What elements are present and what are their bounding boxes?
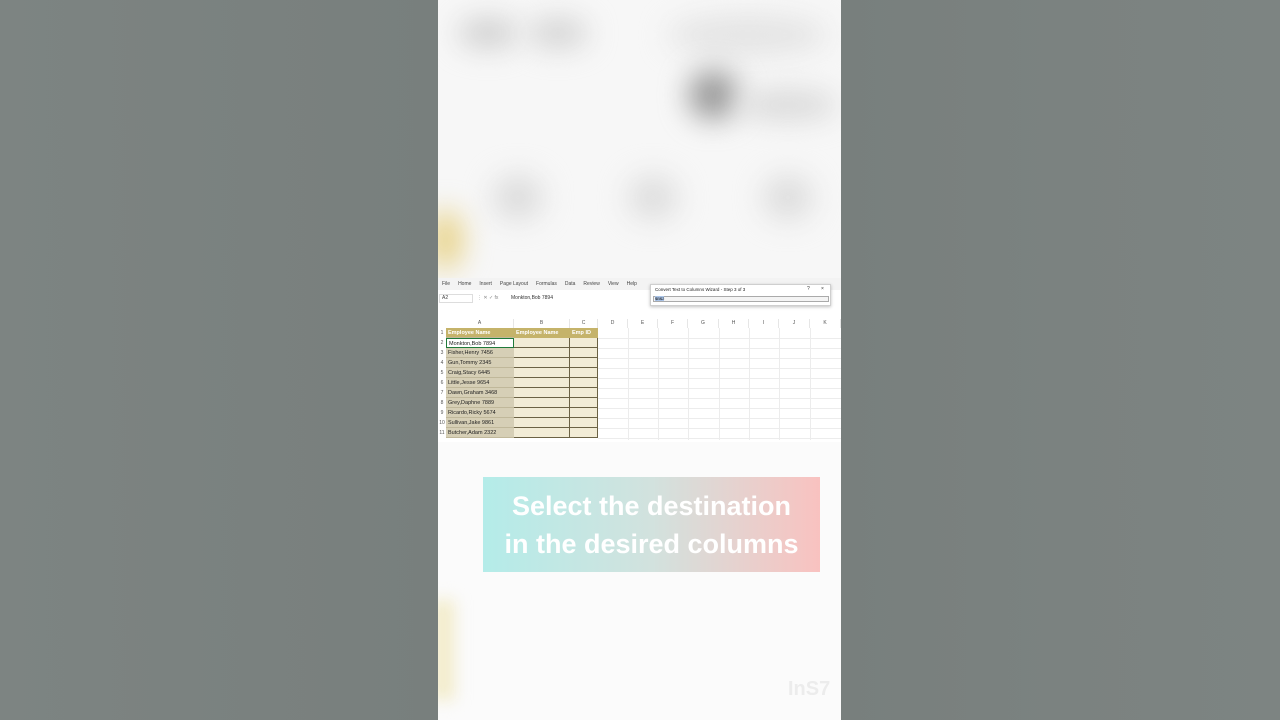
table-cell-name[interactable]: Gun,Tommy 2345 xyxy=(446,358,514,368)
table-cell-empty[interactable] xyxy=(570,338,598,348)
table-cell-name[interactable]: Grey,Daphne 7889 xyxy=(446,398,514,408)
help-icon[interactable]: ? xyxy=(807,286,810,292)
row-header[interactable]: 6 xyxy=(438,378,446,388)
tab-file[interactable]: File xyxy=(442,281,450,287)
table-cell-empty[interactable] xyxy=(570,378,598,388)
table-cell-name[interactable]: Dawn,Graham 3468 xyxy=(446,388,514,398)
col-header-k[interactable]: K xyxy=(810,319,841,328)
table-cell-empty[interactable] xyxy=(514,368,570,378)
table-cell-empty[interactable] xyxy=(570,408,598,418)
row-header[interactable]: 9 xyxy=(438,408,446,418)
col-header-c[interactable]: C xyxy=(570,319,598,328)
tab-insert[interactable]: Insert xyxy=(479,281,492,287)
col-header-e[interactable]: E xyxy=(628,319,658,328)
header-cell-employee-name-b[interactable]: Employee Name xyxy=(514,328,570,338)
table-cell-empty[interactable] xyxy=(514,408,570,418)
row-header[interactable]: 7 xyxy=(438,388,446,398)
tab-formulas[interactable]: Formulas xyxy=(536,281,557,287)
instruction-caption: Select the destination in the desired co… xyxy=(483,477,820,572)
table-cell-name[interactable]: Little,Jesse 9654 xyxy=(446,378,514,388)
table-cell-empty[interactable] xyxy=(514,388,570,398)
table-cell-empty[interactable] xyxy=(570,418,598,428)
row-header[interactable]: 1 xyxy=(438,328,446,338)
col-header-d[interactable]: D xyxy=(598,319,628,328)
table-cell-empty[interactable] xyxy=(514,428,570,438)
col-header-j[interactable]: J xyxy=(779,319,810,328)
tab-view[interactable]: View xyxy=(608,281,619,287)
row-header[interactable]: 8 xyxy=(438,398,446,408)
table-cell-empty[interactable] xyxy=(514,338,570,348)
caption-line-1: Select the destination xyxy=(511,490,792,521)
tab-review[interactable]: Review xyxy=(583,281,599,287)
row-header[interactable]: 4 xyxy=(438,358,446,368)
dialog-title: Convert Text to Columns Wizard - Step 3 … xyxy=(655,287,746,292)
left-backdrop xyxy=(0,0,438,720)
table-cell-empty[interactable] xyxy=(514,418,570,428)
watermark-logo: InS7 xyxy=(788,678,831,700)
table-cell-name[interactable]: Craig,Stacy 6445 xyxy=(446,368,514,378)
row-header[interactable]: 5 xyxy=(438,368,446,378)
table-cell-empty[interactable] xyxy=(514,398,570,408)
row-header[interactable]: 10 xyxy=(438,418,446,428)
destination-input[interactable]: $B$2 xyxy=(653,296,829,302)
spreadsheet-grid: A B C D E F G H I J K 1 2 3 4 5 6 7 8 9 … xyxy=(438,319,841,440)
table-cell-empty[interactable] xyxy=(514,348,570,358)
table-cell-empty[interactable] xyxy=(570,388,598,398)
right-backdrop xyxy=(841,0,1280,720)
excel-window: File Home Insert Page Layout Formulas Da… xyxy=(438,278,841,442)
col-header-b[interactable]: B xyxy=(514,319,570,328)
formula-input[interactable]: Monkton,Bob 7894 xyxy=(511,295,553,301)
tab-help[interactable]: Help xyxy=(627,281,637,287)
row-header[interactable]: 2 xyxy=(438,338,446,348)
table-cell-empty[interactable] xyxy=(570,428,598,438)
tab-data[interactable]: Data xyxy=(565,281,576,287)
table-cell-name[interactable]: Butcher,Adam 2322 xyxy=(446,428,514,438)
close-icon[interactable]: × xyxy=(821,286,824,292)
name-box[interactable]: A2 xyxy=(439,293,473,303)
text-to-columns-dialog: Convert Text to Columns Wizard - Step 3 … xyxy=(650,284,831,306)
table-cell-empty[interactable] xyxy=(570,398,598,408)
fx-icon[interactable]: ⋮ ✕ ✓ fx xyxy=(477,295,507,301)
table-cell-name[interactable]: Fisher,Henry 7456 xyxy=(446,348,514,358)
col-header-a[interactable]: A xyxy=(446,319,514,328)
col-header-f[interactable]: F xyxy=(658,319,688,328)
header-cell-emp-id[interactable]: Emp ID xyxy=(570,328,598,338)
row-header[interactable]: 3 xyxy=(438,348,446,358)
table-cell-empty[interactable] xyxy=(514,378,570,388)
destination-value: $B$2 xyxy=(655,296,665,301)
table-cell-name[interactable]: Monkton,Bob 7894 xyxy=(446,338,514,348)
table-cell-name[interactable]: Ricardo,Ricky 5674 xyxy=(446,408,514,418)
table-cell-empty[interactable] xyxy=(514,358,570,368)
tab-page-layout[interactable]: Page Layout xyxy=(500,281,528,287)
col-header-h[interactable]: H xyxy=(719,319,749,328)
row-header[interactable]: 11 xyxy=(438,428,446,438)
caption-line-2: in the desired columns xyxy=(504,528,799,559)
header-cell-employee-name[interactable]: Employee Name xyxy=(446,328,514,338)
table-cell-empty[interactable] xyxy=(570,358,598,368)
table-cell-empty[interactable] xyxy=(570,368,598,378)
col-header-i[interactable]: I xyxy=(749,319,779,328)
tab-home[interactable]: Home xyxy=(458,281,471,287)
table-cell-empty[interactable] xyxy=(570,348,598,358)
blurred-accent xyxy=(438,600,454,700)
table-cell-name[interactable]: Sullivan,Jake 9861 xyxy=(446,418,514,428)
video-frame: File Home Insert Page Layout Formulas Da… xyxy=(438,0,841,720)
col-header-g[interactable]: G xyxy=(688,319,719,328)
blurred-header xyxy=(438,0,841,278)
